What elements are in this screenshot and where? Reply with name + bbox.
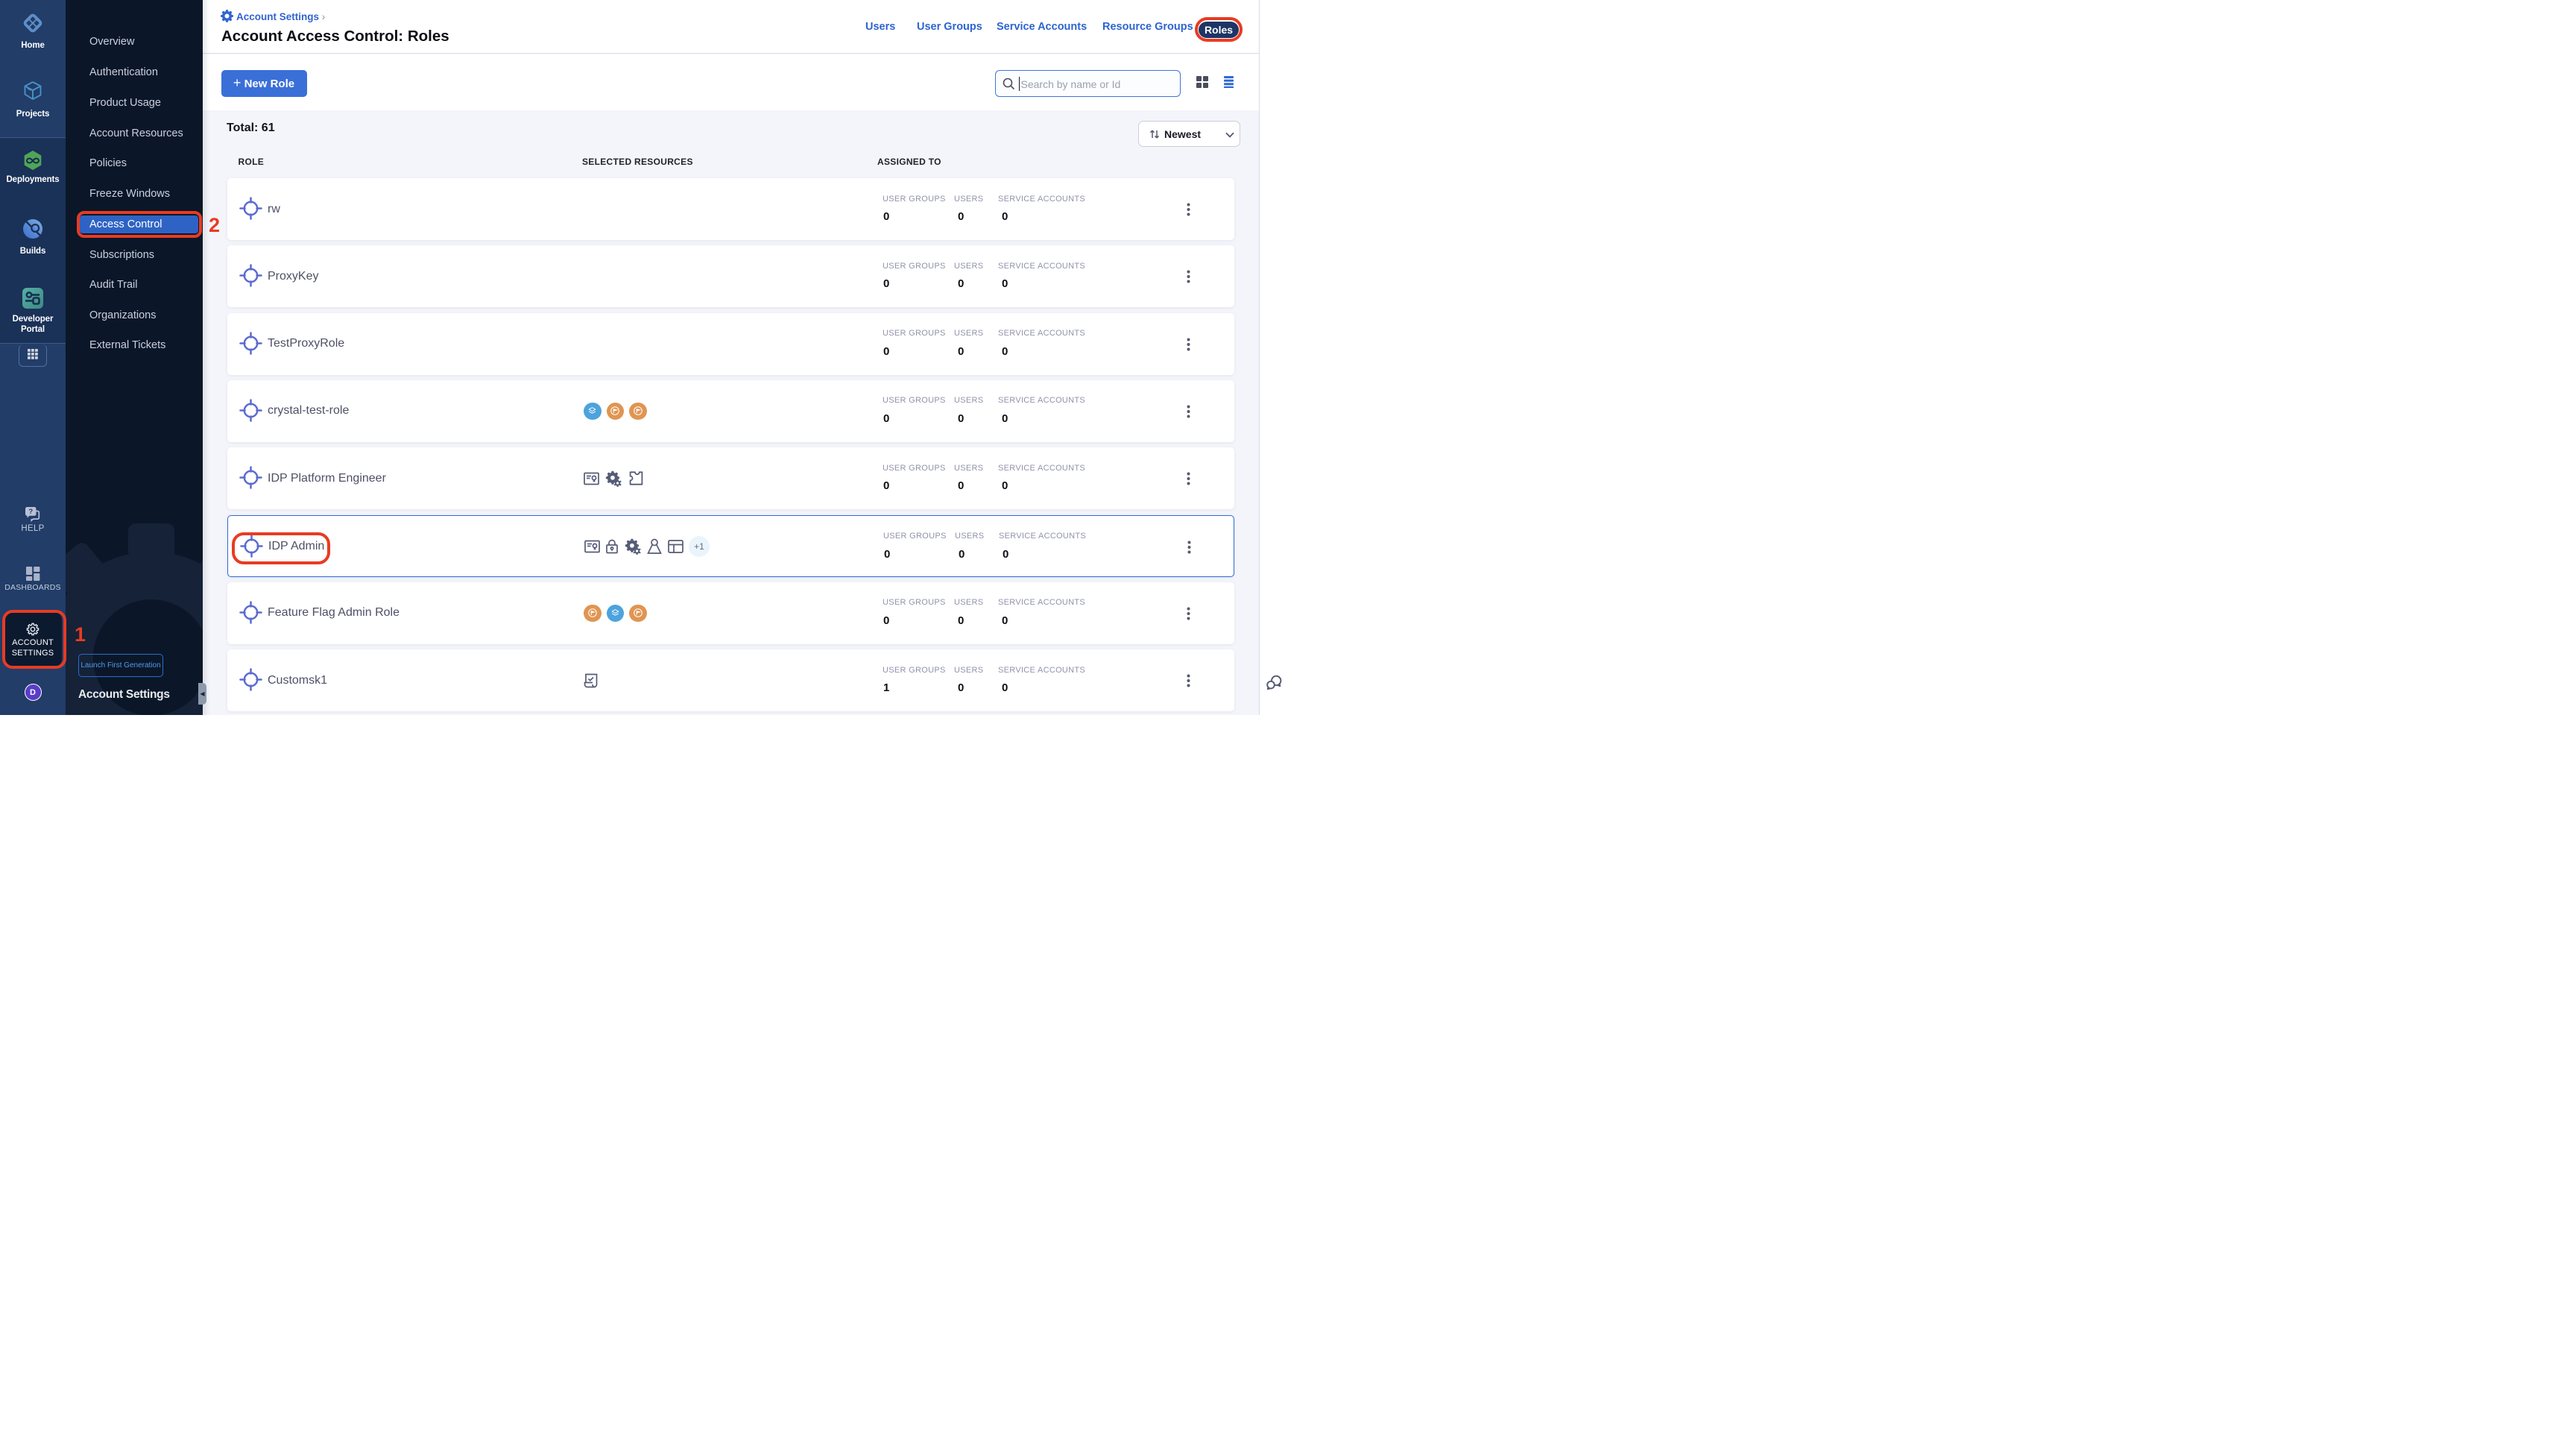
svg-text:?: ? [28,508,33,516]
